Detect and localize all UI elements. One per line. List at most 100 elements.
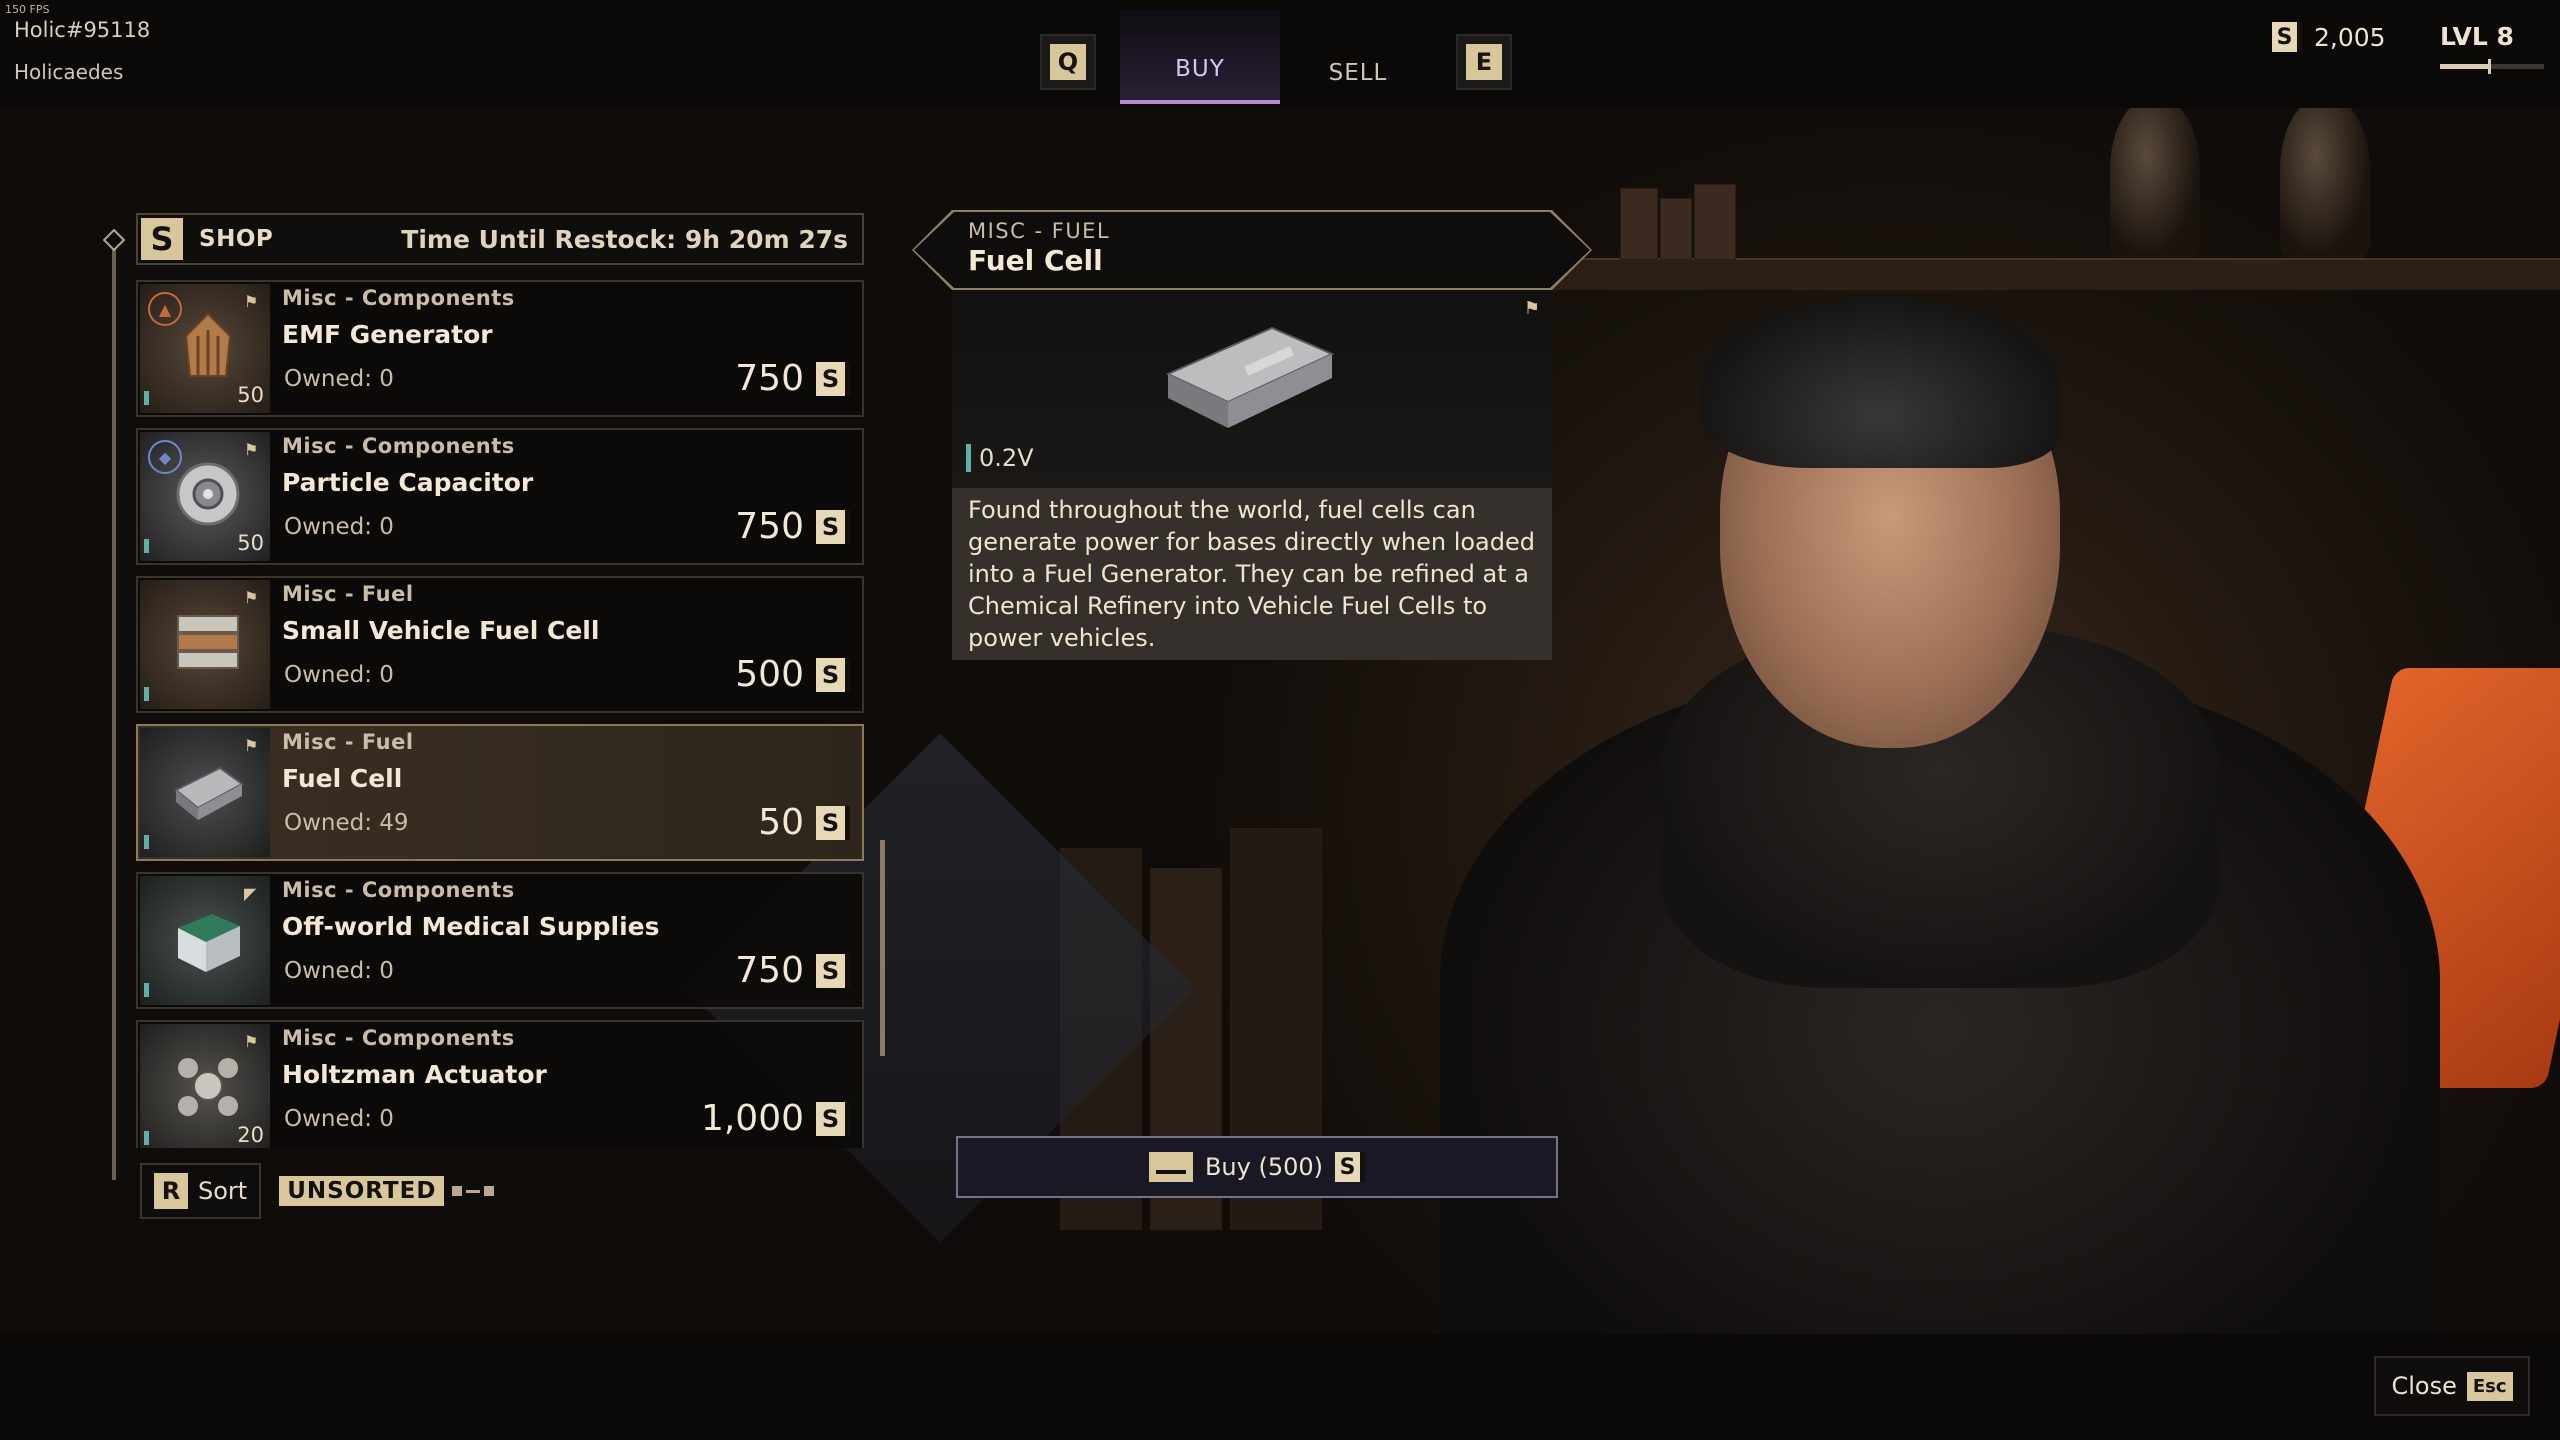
vase <box>2110 108 2200 258</box>
item-thumbnail: ⚑ 20 <box>140 1024 270 1148</box>
solari-icon: S <box>816 953 850 988</box>
shop-item-emf-generator[interactable]: ▲ ⚑ 50 Misc - Components EMF Generator O… <box>136 280 864 417</box>
solari-icon: S <box>2272 22 2302 52</box>
book <box>1660 198 1692 260</box>
shop-item-holtzman-actuator[interactable]: ⚑ 20 Misc - Components Holtzman Actuator… <box>136 1020 864 1148</box>
close-label: Close <box>2391 1372 2457 1400</box>
solari-icon: S <box>816 509 850 544</box>
level-progress-bar <box>2440 59 2544 74</box>
shop-item-list[interactable]: ▲ ⚑ 50 Misc - Components EMF Generator O… <box>136 280 864 1148</box>
user-name: Holicaedes <box>14 60 124 84</box>
shop-item-small-vehicle-fuel-cell[interactable]: ⚑ Misc - Fuel Small Vehicle Fuel Cell Ow… <box>136 576 864 713</box>
item-price-value: 50 <box>758 802 804 843</box>
tab-buy[interactable]: BUY <box>1120 10 1280 104</box>
flag-icon: ⚑ <box>244 292 259 311</box>
shop-header: S SHOP Time Until Restock: 9h 20m 27s <box>136 213 864 265</box>
emf-generator-icon <box>184 312 232 377</box>
sort-label: Sort <box>198 1177 248 1205</box>
volume-bar <box>966 444 971 472</box>
detail-volume-value: 0.2V <box>979 444 1034 472</box>
prev-tab-key[interactable]: Q <box>1040 34 1096 90</box>
solari-icon: S <box>816 1101 850 1136</box>
holtzman-actuator-icon <box>178 1058 238 1116</box>
item-category: Misc - Components <box>282 434 515 458</box>
shop-item-particle-capacitor[interactable]: ◆ ⚑ 50 Misc - Components Particle Capaci… <box>136 428 864 565</box>
npc-character-hair <box>1700 298 2060 468</box>
level-progress-marker <box>2488 59 2491 74</box>
item-price: 750 S <box>735 506 850 547</box>
item-owned: Owned: 49 <box>284 810 409 836</box>
prev-tab-key-label: Q <box>1050 44 1086 80</box>
item-name: Particle Capacitor <box>282 468 534 497</box>
solari-icon: S <box>816 805 850 840</box>
item-price: 750 S <box>735 358 850 399</box>
item-price: 1,000 S <box>701 1098 850 1139</box>
item-thumbnail: ◆ ⚑ 50 <box>140 432 270 561</box>
rarity-pip <box>144 983 149 997</box>
item-price: 500 S <box>735 654 850 695</box>
player-level: LVL 8 <box>2440 22 2514 51</box>
item-stack-size: 20 <box>237 1123 264 1147</box>
item-name: Small Vehicle Fuel Cell <box>282 616 600 645</box>
vase <box>2280 108 2370 258</box>
item-stack-size: 50 <box>237 531 264 555</box>
spacebar-key-icon <box>1148 1152 1193 1182</box>
flag-icon: ⚑ <box>244 588 259 607</box>
sort-mode-badge: UNSORTED <box>279 1176 445 1206</box>
particle-capacitor-icon <box>176 462 240 526</box>
flag-icon: ⚑ <box>244 440 259 459</box>
item-price: 50 S <box>758 802 850 843</box>
fps-counter: 150 FPS <box>5 3 50 16</box>
item-owned: Owned: 0 <box>284 1106 394 1132</box>
sort-key: R <box>154 1173 188 1209</box>
detail-item-name: Fuel Cell <box>968 244 1103 277</box>
item-owned: Owned: 0 <box>284 958 394 984</box>
close-button[interactable]: Close Esc <box>2374 1356 2530 1416</box>
shop-title: SHOP <box>199 226 274 252</box>
item-price-value: 500 <box>735 654 804 695</box>
shop-item-fuel-cell[interactable]: ⚑ Misc - Fuel Fuel Cell Owned: 49 50 S <box>136 724 864 861</box>
item-thumbnail: ⚑ <box>140 728 270 857</box>
item-thumbnail: ▲ ⚑ 50 <box>140 284 270 413</box>
item-thumbnail: ⚑ <box>140 580 270 709</box>
item-price: 750 S <box>735 950 850 991</box>
tab-sell[interactable]: SELL <box>1278 10 1438 104</box>
item-owned: Owned: 0 <box>284 514 394 540</box>
item-category: Misc - Fuel <box>282 730 414 754</box>
item-name: Fuel Cell <box>282 764 403 793</box>
restock-timer: Time Until Restock: 9h 20m 27s <box>401 224 848 254</box>
solari-icon: S <box>816 361 850 396</box>
flag-icon: ⚑ <box>244 736 259 755</box>
book <box>1620 188 1658 260</box>
item-price-value: 750 <box>735 358 804 399</box>
buy-button[interactable]: Buy (500) S <box>956 1136 1558 1198</box>
item-category: Misc - Components <box>282 1026 515 1050</box>
item-name: EMF Generator <box>282 320 493 349</box>
detail-description: Found throughout the world, fuel cells c… <box>952 488 1552 660</box>
item-price-value: 750 <box>735 506 804 547</box>
item-category: Misc - Fuel <box>282 582 414 606</box>
currency-display: S 2,005 <box>2272 22 2386 52</box>
detail-volume: 0.2V <box>966 444 1034 472</box>
flag-icon: ◤ <box>244 884 257 903</box>
shop-list-scrollbar[interactable] <box>880 840 885 1056</box>
item-category: Misc - Components <box>282 878 515 902</box>
item-stack-size: 50 <box>237 383 264 407</box>
user-id: Holic#95118 <box>14 18 151 42</box>
item-thumbnail: ◤ <box>140 876 270 1005</box>
detail-item-image: ⚑ <box>952 290 1552 488</box>
next-tab-key[interactable]: E <box>1456 34 1512 90</box>
medical-supplies-icon <box>178 914 240 972</box>
book <box>1694 184 1736 260</box>
next-tab-key-label: E <box>1466 44 1502 80</box>
shop-item-off-world-medical-supplies[interactable]: ◤ Misc - Components Off-world Medical Su… <box>136 872 864 1009</box>
top-bar: 150 FPS Holic#95118 Holicaedes Q BUY SEL… <box>0 0 2560 108</box>
rarity-pip <box>144 835 149 849</box>
fire-badge-icon: ▲ <box>148 292 182 326</box>
flag-icon: ⚑ <box>244 1032 259 1051</box>
buy-button-label: Buy (500) <box>1204 1153 1324 1181</box>
currency-amount: 2,005 <box>2314 22 2386 52</box>
sort-button[interactable]: R Sort <box>140 1163 262 1219</box>
rarity-pip <box>144 539 149 553</box>
esc-key: Esc <box>2466 1371 2513 1401</box>
